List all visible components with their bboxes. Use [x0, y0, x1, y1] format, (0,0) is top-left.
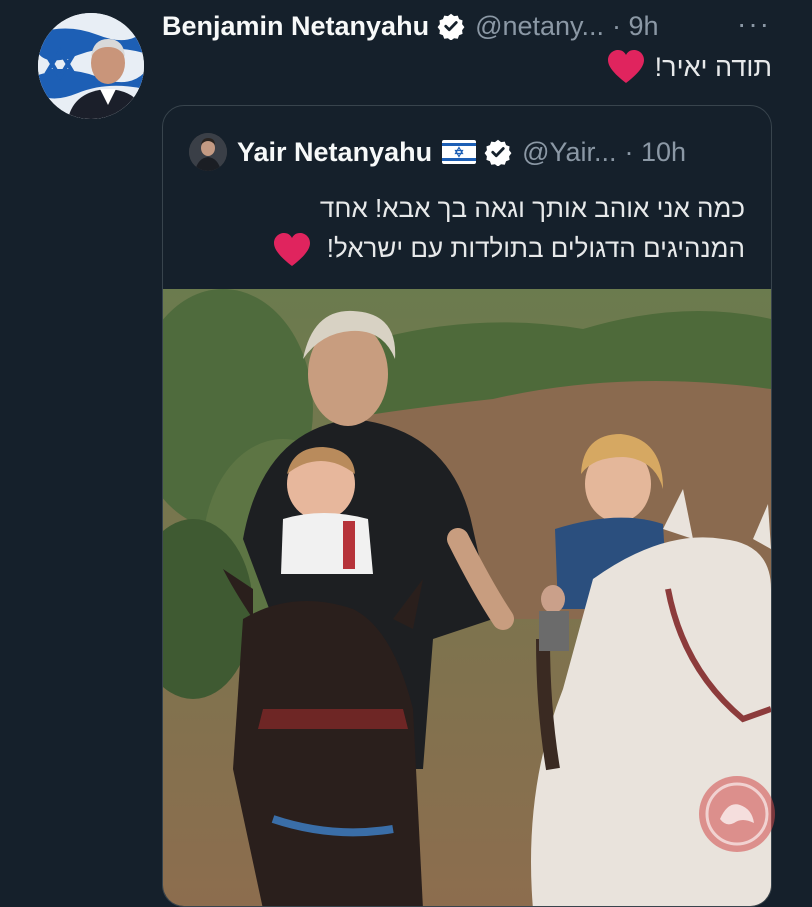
tweet-text-content: תודה יאיר!: [654, 51, 772, 82]
avatar-image: [38, 13, 144, 119]
quoted-author-avatar[interactable]: [189, 133, 227, 171]
horse-riding-photo-image: [163, 289, 771, 906]
quoted-tweet-time[interactable]: · 10h: [625, 137, 687, 168]
israel-flag-icon: [442, 140, 477, 164]
quoted-text-line-2: המנהיגים הדגולים בתולדות עם ישראל!: [326, 233, 745, 263]
tweet-time[interactable]: · 9h: [612, 11, 659, 42]
quoted-author-handle[interactable]: @Yair...: [522, 137, 616, 168]
author-handle[interactable]: @netany...: [475, 11, 604, 42]
watermark-logo: [696, 773, 778, 855]
quoted-tweet-text: כמה אני אוהב אותך וגאה בך אבא! אחד המנהי…: [185, 188, 745, 268]
author-name[interactable]: Benjamin Netanyahu: [162, 11, 429, 42]
quoted-tweet-card[interactable]: Yair Netanyahu @Yair... · 10h כמה אני או…: [162, 105, 772, 907]
quoted-text-line-2-wrapper: המנהיגים הדגולים בתולדות עם ישראל!: [185, 228, 745, 268]
verified-badge-icon: [437, 12, 465, 41]
author-avatar[interactable]: [38, 13, 144, 119]
quoted-tweet-photo[interactable]: [163, 289, 771, 906]
tweet-header: Benjamin Netanyahu @netany... · 9h: [162, 8, 659, 44]
more-options-icon[interactable]: ···: [737, 8, 771, 40]
quoted-verified-badge-icon: [484, 138, 512, 167]
heart-emoji-icon: [273, 233, 311, 267]
heart-emoji-icon: [607, 50, 645, 84]
quoted-text-line-1: כמה אני אוהב אותך וגאה בך אבא! אחד: [319, 193, 745, 223]
quoted-author-name[interactable]: Yair Netanyahu: [237, 137, 432, 168]
quoted-tweet-header: Yair Netanyahu @Yair... · 10h: [189, 132, 686, 172]
tweet-text: תודה יאיר!: [607, 50, 772, 84]
